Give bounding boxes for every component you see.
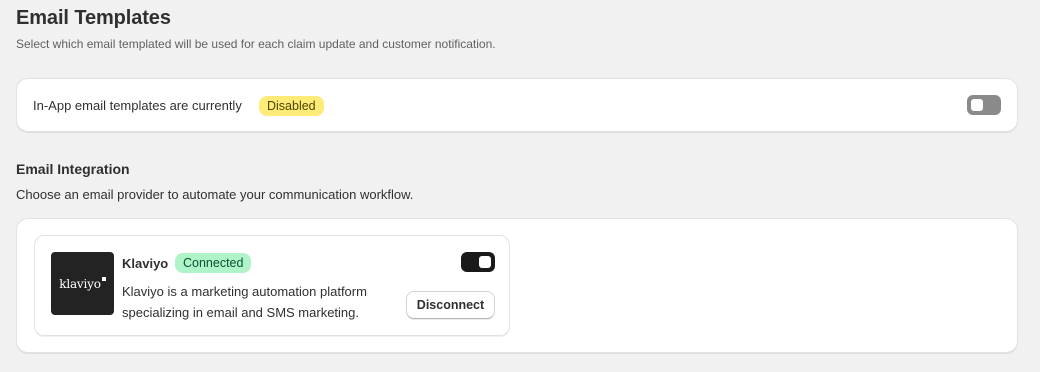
section-subtitle: Choose an email provider to automate you… — [16, 187, 414, 202]
status-badge-connected: Connected — [175, 253, 252, 273]
status-badge-disabled: Disabled — [259, 96, 324, 116]
disconnect-button[interactable]: Disconnect — [406, 291, 495, 319]
klaviyo-logo-text: klaviyo — [59, 276, 101, 291]
klaviyo-integration-toggle[interactable] — [461, 252, 495, 272]
page-title: Email Templates — [16, 7, 171, 29]
klaviyo-flag-icon — [101, 276, 106, 281]
page-subtitle: Select which email templated will be use… — [16, 37, 496, 51]
provider-card-klaviyo: klaviyo Klaviyo Connected Klaviyo is a m… — [34, 235, 510, 336]
email-integration-card: klaviyo Klaviyo Connected Klaviyo is a m… — [16, 218, 1018, 353]
in-app-templates-toggle[interactable] — [967, 95, 1001, 115]
toggle-knob — [479, 256, 491, 268]
section-title: Email Integration — [16, 161, 130, 177]
provider-name: Klaviyo — [122, 256, 169, 271]
klaviyo-logo: klaviyo — [51, 252, 114, 315]
toggle-knob — [971, 99, 983, 111]
in-app-templates-card: In-App email templates are currently Dis… — [16, 78, 1018, 132]
provider-description: Klaviyo is a marketing automation platfo… — [122, 284, 367, 320]
in-app-status-text: In-App email templates are currently — [33, 98, 242, 113]
